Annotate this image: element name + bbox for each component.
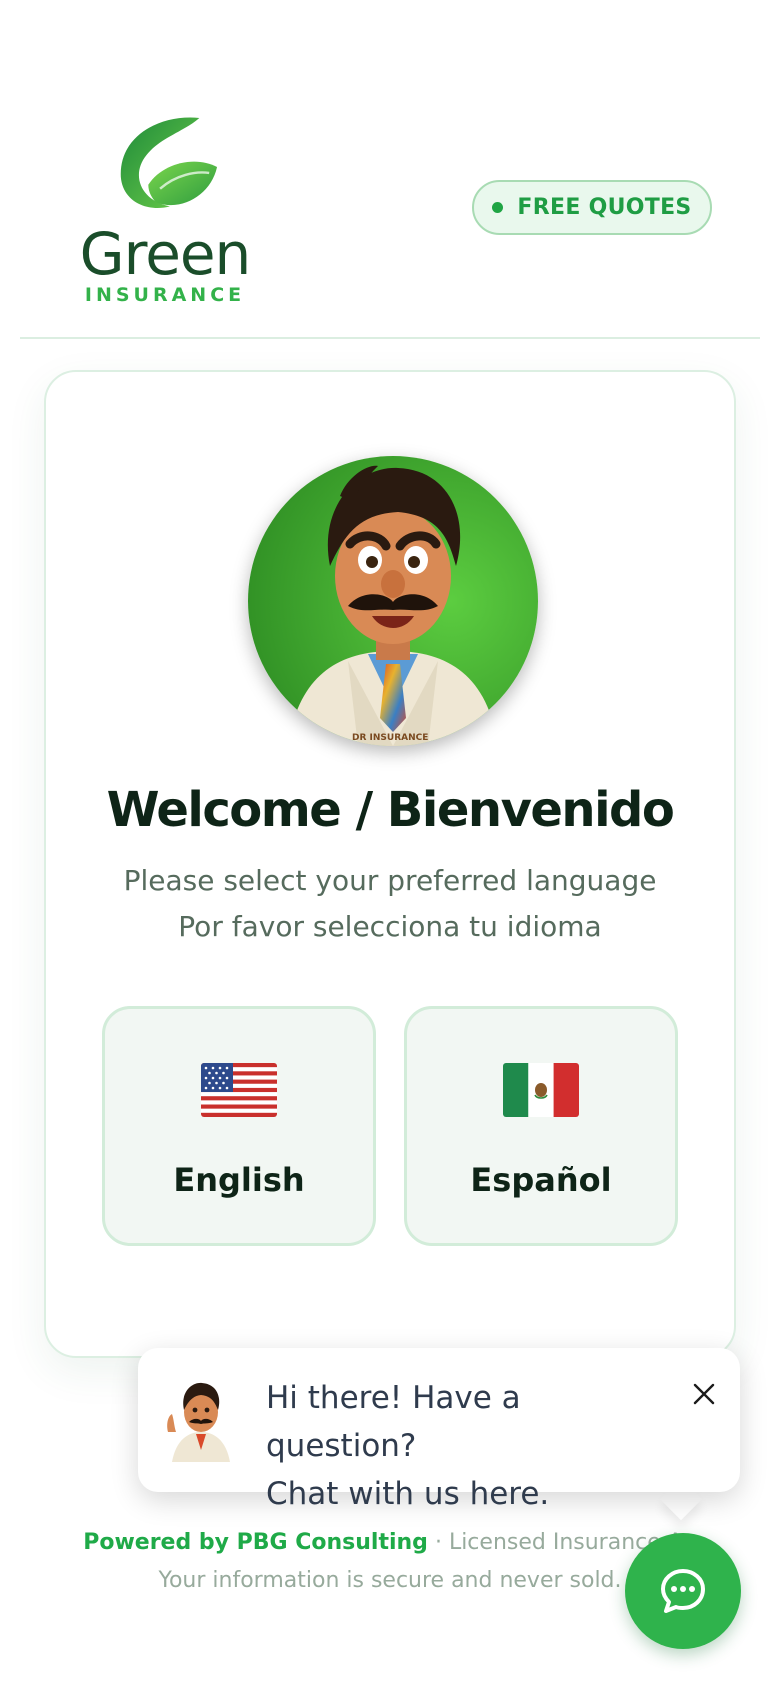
status-dot-icon: [492, 202, 504, 213]
chat-bubble-icon: [661, 1569, 705, 1613]
page-title: Welcome / Bienvenido: [106, 782, 675, 838]
chat-mascot-avatar: [162, 1380, 240, 1462]
logo-subtitle: INSURANCE: [84, 284, 246, 306]
brand-logo[interactable]: Green INSURANCE: [79, 116, 252, 306]
free-quotes-label: FREE QUOTES: [517, 195, 692, 220]
chat-prompt-line1: Hi there! Have a question?: [266, 1380, 521, 1464]
logo-wordmark: Green: [79, 220, 252, 288]
chat-prompt-line2: Chat with us here.: [266, 1476, 550, 1512]
doctor-mascot-avatar: DR INSURANCE: [248, 456, 538, 746]
subtitle-spanish: Por favor selecciona tu idioma: [178, 910, 602, 943]
spanish-language-button[interactable]: Español: [404, 1006, 678, 1246]
header-divider: [20, 337, 760, 339]
close-icon[interactable]: [686, 1376, 722, 1412]
english-label: English: [173, 1161, 305, 1199]
mexico-flag-icon: [503, 1063, 579, 1117]
subtitle-english: Please select your preferred language: [123, 864, 657, 897]
chat-prompt-popup[interactable]: Hi there! Have a question? Chat with us …: [138, 1348, 740, 1512]
spanish-label: Español: [470, 1161, 612, 1199]
language-select-card: DR INSURANCE Welcome / Bienvenido Please…: [44, 370, 736, 1358]
chat-prompt-text: Hi there! Have a question? Chat with us …: [266, 1374, 666, 1518]
open-chat-button[interactable]: [625, 1533, 741, 1649]
leaf-g-logo-icon: [120, 117, 218, 208]
coat-badge-text: DR INSURANCE: [352, 733, 428, 743]
free-quotes-badge[interactable]: FREE QUOTES: [472, 180, 712, 235]
english-language-button[interactable]: English: [102, 1006, 376, 1246]
us-flag-icon: [201, 1063, 277, 1117]
footer-separator: ·: [434, 1530, 442, 1555]
footer-brand-link[interactable]: Powered by PBG Consulting: [83, 1530, 428, 1555]
